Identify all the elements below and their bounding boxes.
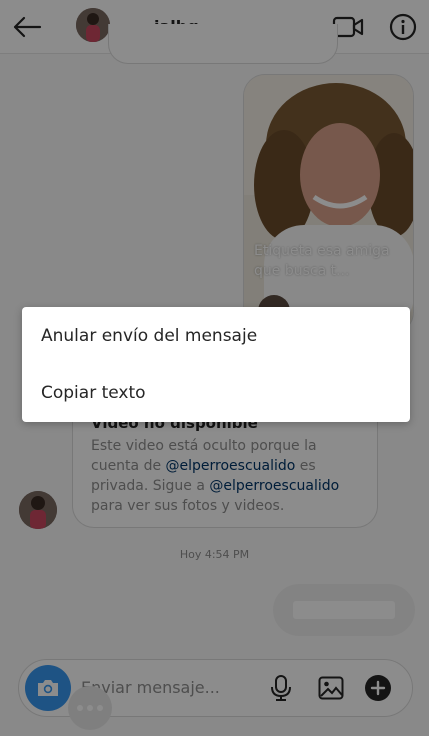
copy-text-option[interactable]: Copiar texto: [22, 364, 410, 421]
unsend-message-option[interactable]: Anular envío del mensaje: [22, 307, 410, 364]
message-context-menu: Anular envío del mensaje Copiar texto: [22, 307, 410, 422]
